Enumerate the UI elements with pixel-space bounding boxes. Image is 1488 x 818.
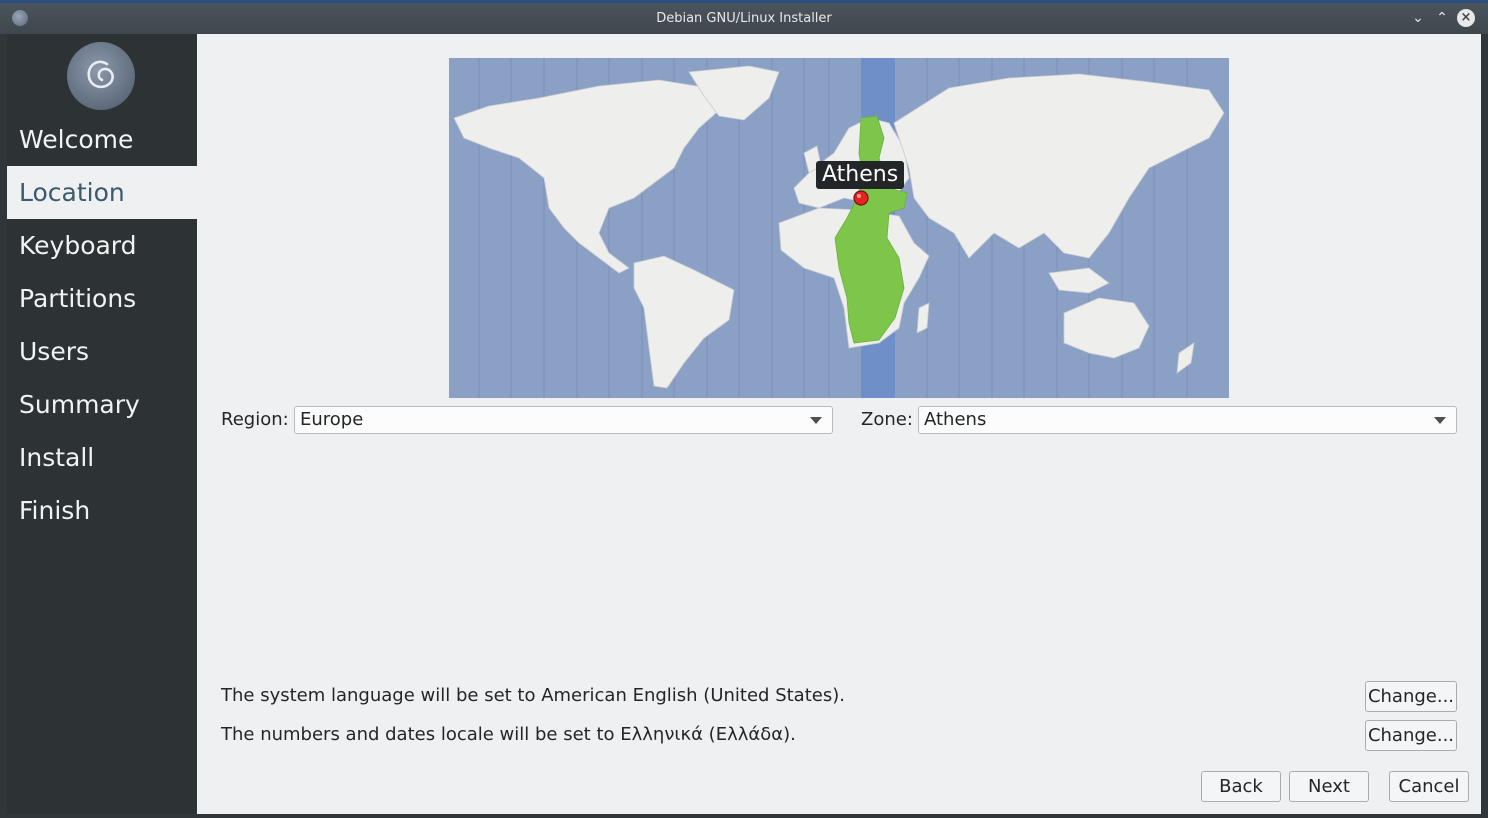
- sidebar-item-location: Location: [7, 166, 197, 219]
- sidebar-item-finish: Finish: [19, 496, 91, 525]
- back-button[interactable]: Back: [1201, 771, 1281, 802]
- change-locale-button[interactable]: Change...: [1365, 720, 1457, 751]
- close-icon[interactable]: ×: [1457, 9, 1475, 27]
- cancel-button[interactable]: Cancel: [1389, 771, 1469, 802]
- zone-select-value: Athens: [924, 409, 987, 430]
- sidebar-item-summary: Summary: [19, 390, 140, 419]
- main-content: Athens Region: Europe Zone: Athens The s…: [197, 34, 1481, 814]
- region-select-value: Europe: [300, 409, 364, 430]
- chevron-down-icon: [810, 417, 822, 424]
- sidebar: Welcome Location Keyboard Partitions Use…: [7, 34, 197, 814]
- sidebar-item-keyboard: Keyboard: [19, 231, 137, 260]
- locale-info: The numbers and dates locale will be set…: [221, 724, 796, 745]
- debian-logo: [67, 42, 135, 110]
- sidebar-item-partitions: Partitions: [19, 284, 137, 313]
- language-info: The system language will be set to Ameri…: [221, 685, 845, 706]
- zone-select[interactable]: Athens: [918, 406, 1457, 434]
- chevron-down-icon: [1434, 417, 1446, 424]
- sidebar-item-welcome: Welcome: [19, 125, 134, 154]
- city-tooltip: Athens: [816, 161, 905, 189]
- minimize-icon[interactable]: ⌄: [1408, 8, 1428, 28]
- next-button[interactable]: Next: [1289, 771, 1369, 802]
- maximize-icon[interactable]: ⌃: [1432, 8, 1452, 28]
- title-bar: Debian GNU/Linux Installer ⌄ ⌃ ×: [0, 0, 1488, 34]
- region-select[interactable]: Europe: [294, 406, 833, 434]
- change-language-button[interactable]: Change...: [1365, 681, 1457, 712]
- sidebar-item-users: Users: [19, 337, 90, 366]
- timezone-map[interactable]: Athens: [449, 58, 1229, 398]
- zone-label: Zone:: [861, 409, 913, 430]
- sidebar-item-install: Install: [19, 443, 95, 472]
- region-label: Region:: [221, 409, 289, 430]
- window-title: Debian GNU/Linux Installer: [656, 11, 832, 26]
